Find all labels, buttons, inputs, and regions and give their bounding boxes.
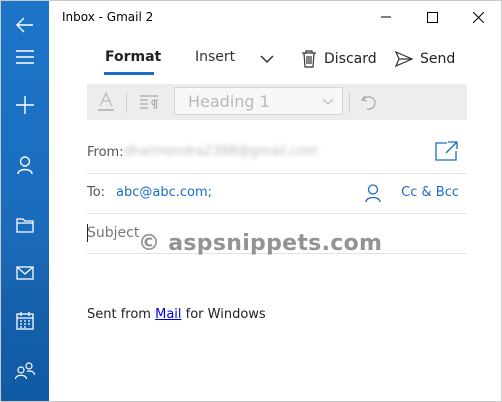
menu-button[interactable] — [1, 33, 49, 81]
chevron-down-icon — [322, 98, 334, 105]
heading-style-select[interactable]: Heading 1 — [174, 87, 343, 115]
mail-link[interactable]: Mail — [155, 307, 181, 322]
maximize-icon — [426, 11, 438, 23]
minimize-button[interactable] — [363, 1, 409, 33]
person-icon[interactable] — [365, 184, 381, 202]
hamburger-menu-icon — [16, 50, 34, 64]
cc-bcc-button[interactable]: Cc & Bcc — [401, 185, 459, 200]
discard-button[interactable]: Discard — [301, 47, 377, 71]
accounts-button[interactable] — [1, 141, 49, 189]
window-title: Inbox - Gmail 2 — [62, 10, 154, 24]
people-button[interactable] — [1, 347, 49, 395]
signature-prefix: Sent from — [87, 307, 156, 322]
heading-style-value: Heading 1 — [188, 92, 270, 111]
watermark: © aspsnippets.com — [138, 231, 383, 256]
calendar-button[interactable] — [1, 297, 49, 345]
maximize-button[interactable] — [409, 1, 455, 33]
more-options-button[interactable] — [260, 47, 274, 71]
folders-button[interactable] — [1, 201, 49, 249]
subject-input[interactable]: Subject — [87, 225, 139, 241]
paragraph-icon — [140, 95, 158, 109]
send-label: Send — [420, 51, 456, 67]
from-row: From: dharmendra2388@gmail.com — [87, 133, 467, 174]
from-address[interactable]: dharmendra2388@gmail.com — [124, 144, 318, 159]
to-row: To: abc@abc.com; Cc & Bcc — [87, 173, 467, 214]
from-label: From: — [87, 145, 124, 160]
close-icon — [472, 11, 484, 23]
close-button[interactable] — [455, 1, 501, 33]
font-color-icon — [98, 92, 114, 111]
format-toolbar: Heading 1 — [87, 84, 467, 120]
calendar-icon — [16, 312, 34, 330]
mail-window: Inbox - Gmail 2 Format Insert Discard Se… — [0, 0, 502, 402]
to-label: To: — [87, 185, 106, 200]
mail-icon — [16, 266, 34, 280]
folder-icon — [16, 218, 34, 233]
open-new-window-icon[interactable] — [435, 141, 459, 161]
text-caret — [87, 224, 88, 242]
new-mail-button[interactable] — [1, 81, 49, 129]
chevron-down-icon — [260, 55, 274, 64]
title-bar: Inbox - Gmail 2 — [49, 1, 501, 33]
tab-insert[interactable]: Insert — [195, 49, 235, 65]
separator — [126, 93, 127, 113]
tab-format[interactable]: Format — [105, 49, 161, 65]
send-icon — [395, 51, 413, 67]
trash-icon — [302, 50, 316, 68]
active-tab-indicator — [104, 72, 154, 75]
font-color-button[interactable] — [91, 84, 121, 120]
people-icon — [15, 362, 35, 380]
undo-icon — [360, 95, 376, 110]
mail-button[interactable] — [1, 249, 49, 297]
minimize-icon — [381, 16, 391, 18]
send-button[interactable]: Send — [395, 47, 455, 71]
back-arrow-icon — [16, 17, 33, 33]
person-icon — [17, 156, 33, 174]
separator — [349, 93, 350, 113]
discard-label: Discard — [324, 51, 377, 67]
sidebar — [1, 1, 49, 401]
plus-icon — [16, 96, 34, 114]
undo-button[interactable] — [354, 84, 384, 120]
to-recipients[interactable]: abc@abc.com; — [116, 185, 212, 200]
message-body[interactable]: Sent from Mail for Windows — [87, 307, 266, 322]
paragraph-format-button[interactable] — [134, 84, 164, 120]
signature-suffix: for Windows — [181, 307, 266, 322]
